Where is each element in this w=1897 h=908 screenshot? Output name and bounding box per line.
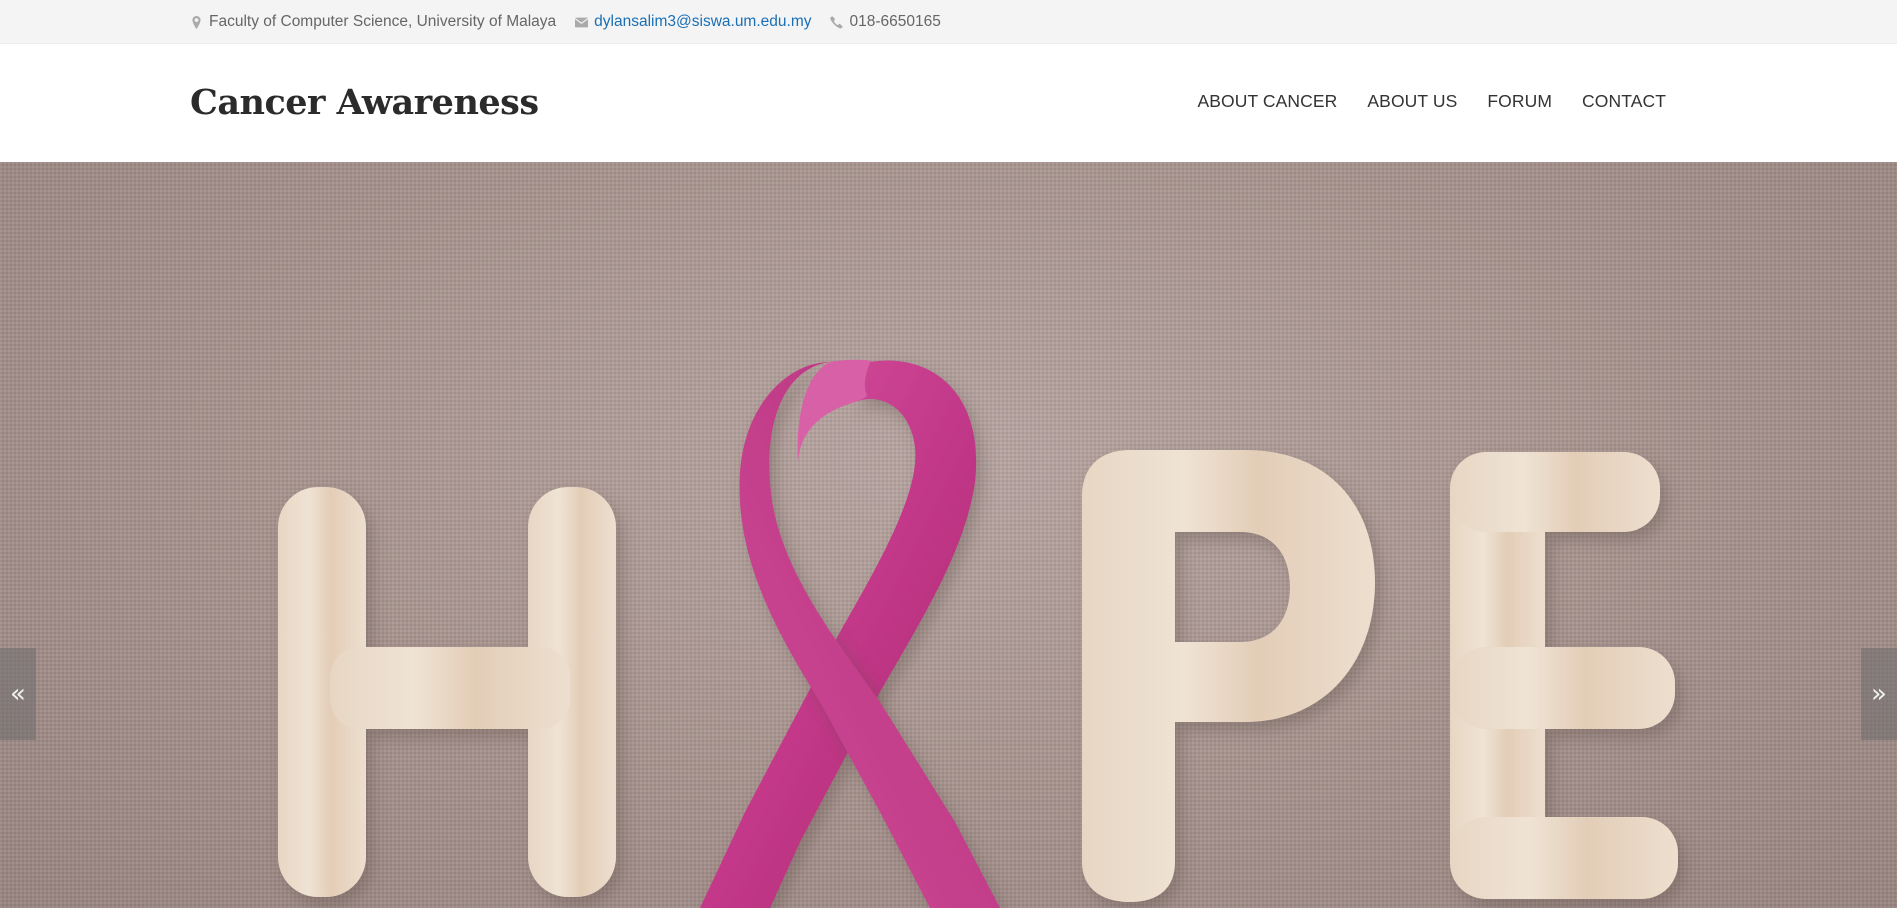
nav-contact[interactable]: CONTACT [1582,90,1666,112]
slider-next-button[interactable]: » [1861,648,1897,740]
pink-ribbon [700,359,1000,908]
phone-info: 018-6650165 [830,13,941,31]
letter-e [1450,452,1678,899]
phone-icon [830,15,843,29]
envelope-icon [575,16,589,29]
nav-about-cancer[interactable]: ABOUT CANCER [1197,90,1337,112]
phone-text: 018-6650165 [849,13,941,30]
letter-p [1082,450,1375,902]
hope-ribbon-image [278,359,1678,908]
email-info: dylansalim3@siswa.um.edu.my [575,13,811,31]
top-info-bar: Faculty of Computer Science, University … [0,0,1897,44]
site-header: Cancer Awareness ABOUT CANCER ABOUT US F… [0,44,1897,162]
address-text: Faculty of Computer Science, University … [209,13,557,30]
email-link[interactable]: dylansalim3@siswa.um.edu.my [594,13,811,31]
site-logo[interactable]: Cancer Awareness [190,82,539,124]
slider-prev-button[interactable]: « [0,648,36,740]
nav-forum[interactable]: FORUM [1487,90,1552,112]
hero-slider: « » [0,162,1897,908]
nav-about-us[interactable]: ABOUT US [1367,90,1457,112]
address-info: Faculty of Computer Science, University … [190,13,556,31]
map-marker-icon [190,15,203,29]
letter-h [278,487,616,897]
main-nav: ABOUT CANCER ABOUT US FORUM CONTACT [1167,90,1666,112]
